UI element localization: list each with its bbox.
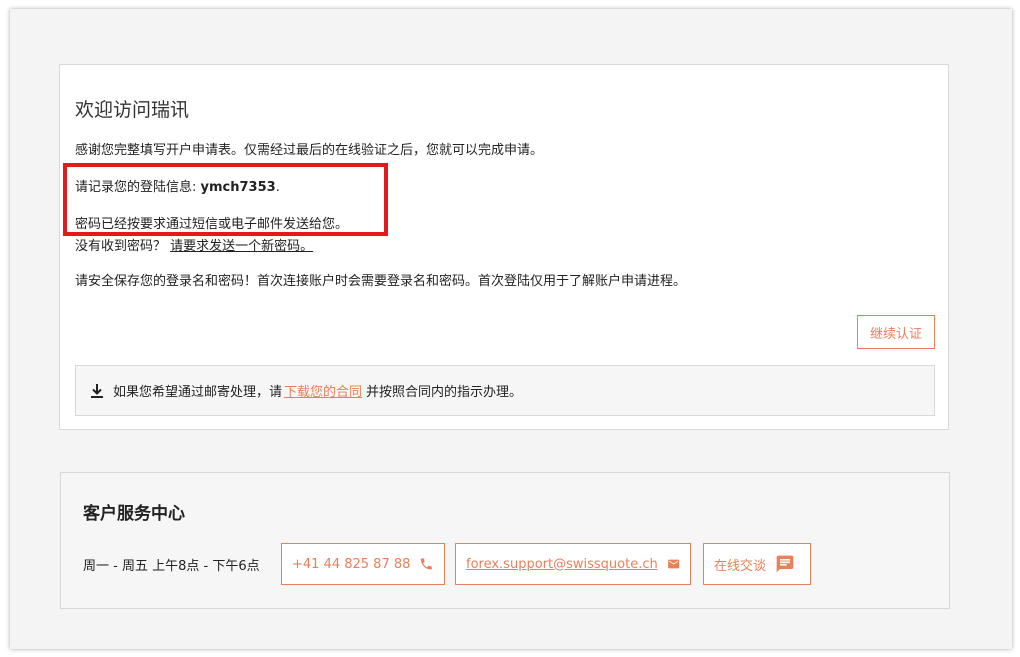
page-frame: 欢迎访问瑞讯 感谢您完整填写开户申请表。仅需经过最后的在线验证之后，您就可以完成… [10, 9, 1012, 649]
chat-label: 在线交谈 [714, 558, 767, 574]
no-password-text: 没有收到密码？ [75, 239, 171, 254]
customer-service-title: 客户服务中心 [83, 504, 185, 524]
mail-option-box: 如果您希望通过邮寄处理，请 下载您的合同 并按照合同内的指示办理。 [75, 365, 935, 416]
download-icon [91, 383, 103, 398]
download-contract-link[interactable]: 下载您的合同 [284, 381, 362, 400]
safety-note: 请安全保存您的登录名和密码！首次连接账户时会需要登录名和密码。首次登陆仅用于了解… [75, 274, 687, 289]
phone-button[interactable]: +41 44 825 87 88 [281, 543, 445, 585]
email-button[interactable]: forex.support@swissquote.ch [455, 543, 691, 585]
login-info-line: 请记录您的登陆信息: ymch7353. [75, 176, 280, 195]
page-title: 欢迎访问瑞讯 [75, 99, 190, 121]
support-email: forex.support@swissquote.ch [466, 556, 658, 572]
intro-text: 感谢您完整填写开户申请表。仅需经过最后的在线验证之后，您就可以完成申请。 [75, 143, 544, 158]
mail-icon [667, 559, 679, 569]
login-info-suffix: . [275, 180, 280, 195]
mail-option-prefix: 如果您希望通过邮寄处理，请 [113, 385, 283, 400]
continue-verification-button[interactable]: 继续认证 [857, 315, 935, 349]
resend-password-link[interactable]: 请要求发送一个新密码。 [170, 239, 313, 254]
phone-icon [421, 558, 433, 570]
username-value: ymch7353 [200, 180, 276, 195]
password-sent-text: 密码已经按要求通过短信或电子邮件发送给您。 [75, 217, 349, 232]
welcome-card: 欢迎访问瑞讯 感谢您完整填写开户申请表。仅需经过最后的在线验证之后，您就可以完成… [59, 64, 949, 430]
no-password-line: 没有收到密码？ 请要求发送一个新密码。 [75, 235, 313, 254]
login-info-label: 请记录您的登陆信息: [75, 180, 201, 195]
live-chat-button[interactable]: 在线交谈 [703, 543, 811, 585]
phone-number: +41 44 825 87 88 [292, 556, 411, 572]
service-hours: 周一 - 周五 上午8点 - 下午6点 [83, 559, 260, 574]
customer-service-card: 客户服务中心 周一 - 周五 上午8点 - 下午6点 +41 44 825 87… [60, 472, 950, 609]
mail-option-suffix: 并按照合同内的指示办理。 [366, 385, 523, 400]
chat-icon [776, 555, 794, 573]
